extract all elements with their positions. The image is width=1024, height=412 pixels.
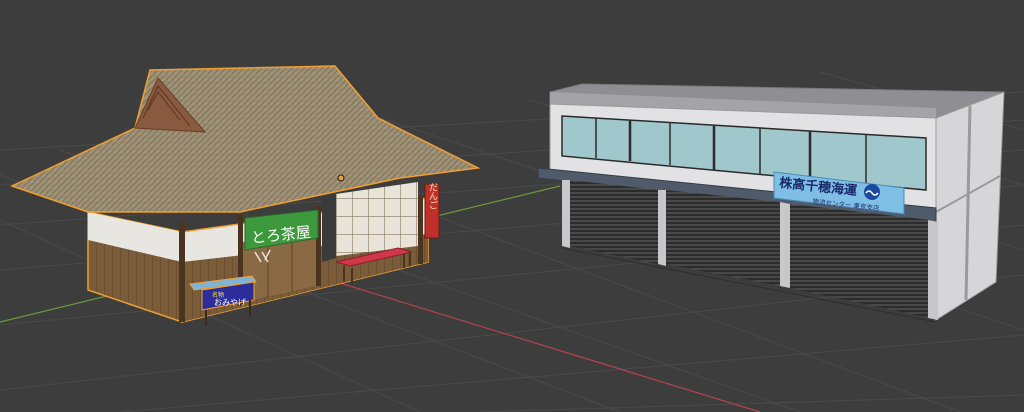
shutter-door-3[interactable] [790,204,930,318]
viewport-canvas[interactable]: とろ茶屋 だんご 名物 おみやげ 株高千穂海運 物流センター 東京支店 [0,0,1024,412]
blue-sign-text: おみやげ [214,298,246,307]
teahouse-model[interactable]: とろ茶屋 だんご 名物 おみやげ [10,65,481,326]
shutter-door-1[interactable] [570,180,658,264]
warehouse-model[interactable]: 株高千穂海運 物流センター 東京支店 [537,83,1005,323]
shoji-screen [336,182,418,256]
origin-dot-icon[interactable] [337,174,345,182]
red-sign-text: だんご [427,182,438,209]
3d-viewport[interactable]: とろ茶屋 だんご 名物 おみやげ 株高千穂海運 物流センター 東京支店 [0,0,1024,412]
red-dango-sign: だんご [424,182,440,239]
wave-logo-icon [864,184,880,200]
